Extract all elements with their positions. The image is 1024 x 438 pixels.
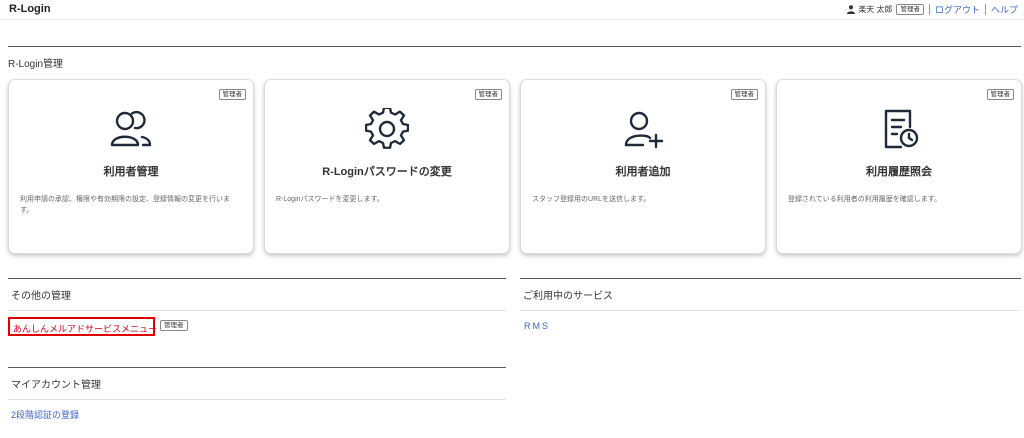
help-link[interactable]: ヘルプ	[991, 3, 1018, 16]
section-title-rlogin: R-Login管理	[8, 59, 64, 70]
section-title-services: ご利用中のサービス	[523, 291, 613, 302]
divider	[8, 399, 506, 400]
users-icon	[110, 110, 152, 147]
role-badge: 管理者	[474, 89, 502, 101]
user-icon	[847, 5, 856, 14]
role-badge: 管理者	[218, 89, 246, 101]
card-title: R-Loginパスワードの変更	[322, 166, 452, 178]
card-title: 利用者追加	[615, 166, 671, 178]
app-title: R-Login	[9, 3, 51, 15]
divider	[928, 4, 930, 15]
section-divider	[8, 278, 506, 279]
rms-link[interactable]: RMS	[524, 321, 550, 331]
divider	[984, 4, 986, 15]
card-add-user[interactable]: 管理者 利用者追加 スタッフ登録用のURLを送信します。	[520, 79, 766, 254]
two-factor-auth-link[interactable]: 2段階認証の登録	[11, 408, 79, 421]
gear-icon	[365, 108, 409, 149]
role-badge: 管理者	[730, 89, 758, 101]
card-user-management[interactable]: 管理者 利用者管理 利用申請の承認、権限や有効期限の設定、登録情報の変更を行いま…	[8, 79, 254, 254]
section-title-other: その他の管理	[11, 291, 71, 302]
history-document-icon	[884, 109, 919, 149]
highlight-box[interactable]: あんしんメルアドサービスメニュー	[8, 317, 157, 336]
anshin-meruado-menu-link[interactable]: あんしんメルアドサービスメニュー	[13, 322, 157, 335]
role-badge: 管理者	[896, 3, 924, 16]
role-badge: 管理者	[986, 89, 1014, 101]
section-title-account: マイアカウント管理	[11, 380, 101, 391]
divider	[520, 310, 1021, 311]
card-description: 登録されている利用者の利用履歴を確認します。	[788, 196, 942, 203]
card-password-change[interactable]: 管理者 R-Loginパスワードの変更 R-Loginパスワードを変更します。	[264, 79, 510, 254]
card-title: 利用履歴照会	[866, 166, 932, 178]
user-name: 楽天 太郎	[858, 5, 893, 14]
section-divider	[8, 367, 506, 368]
section-divider	[520, 278, 1021, 279]
card-description: R-Loginパスワードを変更します。	[276, 196, 384, 203]
role-badge: 管理者	[160, 320, 188, 332]
top-bar: R-Login 楽天 太郎 管理者 ログアウト ヘルプ	[0, 0, 1024, 20]
card-usage-history[interactable]: 管理者 利用履歴照会 登録されている利用者の利用履歴を確認します。	[776, 79, 1022, 254]
section-divider	[8, 46, 1021, 47]
card-description: 利用申請の承認、権限や有効期限の設定、登録情報の変更を行います。	[20, 196, 230, 214]
logout-link[interactable]: ログアウト	[935, 3, 980, 16]
add-user-icon	[624, 111, 664, 149]
user-area: 楽天 太郎 管理者 ログアウト ヘルプ	[847, 3, 1018, 16]
card-title: 利用者管理	[103, 166, 159, 178]
card-description: スタッフ登録用のURLを送信します。	[532, 196, 651, 203]
divider	[8, 310, 506, 311]
